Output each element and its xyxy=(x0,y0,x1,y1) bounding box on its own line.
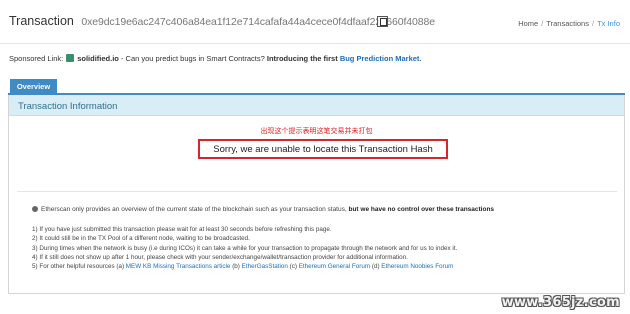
bug-prediction-market-link[interactable]: Bug Prediction Market. xyxy=(340,54,422,63)
breadcrumb-transactions[interactable]: Transactions xyxy=(546,19,589,28)
help-steps-list: 1) If you have just submitted this trans… xyxy=(32,226,457,272)
help-step-4: 4) If it still does not show up after 1 … xyxy=(32,253,408,261)
sponsored-link-bar: Sponsored Link: solidified.io - Can you p… xyxy=(9,54,422,63)
ethereum-general-forum-link[interactable]: Ethereum General Forum xyxy=(299,263,370,270)
help-step-5-c: (c) xyxy=(289,263,297,271)
page-title-text: Transaction xyxy=(9,14,74,28)
sponsored-text: - Can you predict bugs in Smart Contract… xyxy=(118,54,265,63)
help-step-2: 2) It could still be in the TX Pool of a… xyxy=(32,235,250,243)
annotation-note: 出现这个提示表明这笔交易并未打包 xyxy=(260,127,373,135)
help-step-5-d: (d) xyxy=(371,263,380,271)
breadcrumb-home[interactable]: Home xyxy=(518,19,538,28)
panel-heading: Transaction Information xyxy=(9,95,624,116)
sponsored-label: Sponsored Link: xyxy=(9,54,64,63)
copy-icon[interactable] xyxy=(377,16,388,27)
info-notice: Etherscan only provides an overview of t… xyxy=(32,206,494,213)
breadcrumb: Home / Transactions / Tx Info xyxy=(518,19,620,28)
error-highlight-box: Sorry, we are unable to locate this Tran… xyxy=(198,139,448,159)
breadcrumb-separator: / xyxy=(541,19,544,28)
breadcrumb-separator: / xyxy=(591,19,595,28)
info-circle-icon xyxy=(32,206,38,212)
help-step-1: 1) If you have just submitted this trans… xyxy=(32,226,332,233)
info-text: Etherscan only provides an overview of t… xyxy=(41,206,347,213)
help-step-5-b: (b) xyxy=(232,263,240,271)
site-watermark: www.365jz.com xyxy=(501,295,620,310)
help-step-5-prefix: 5) For other helpful resources (a) xyxy=(32,263,125,271)
sponsored-bold-text: Introducing the first xyxy=(266,54,338,63)
divider xyxy=(17,191,617,192)
solidified-logo-icon xyxy=(66,54,75,62)
help-step-5: 5) For other helpful resources (a) MEW K… xyxy=(32,263,457,272)
help-step-3: 3) During times when the network is busy… xyxy=(32,244,458,252)
page-header: Transaction 0xe9dc19e6ac247c406a84ea1f12… xyxy=(0,0,630,44)
transaction-info-panel: Transaction Information 出现这个提示表明这笔交易并未打包… xyxy=(8,95,625,294)
info-bold-text: but we have no control over these transa… xyxy=(348,206,495,213)
page-title: Transaction 0xe9dc19e6ac247c406a84ea1f12… xyxy=(9,14,435,28)
ethergasstation-link[interactable]: EtherGasStation xyxy=(242,263,288,270)
error-message: Sorry, we are unable to locate this Tran… xyxy=(213,144,433,155)
sponsor-brand-link[interactable]: solidified.io xyxy=(77,54,119,63)
breadcrumb-tx-info: Tx Info xyxy=(597,19,620,28)
ethereum-noobies-forum-link[interactable]: Ethereum Noobies Forum xyxy=(381,263,453,270)
panel-title: Transaction Information xyxy=(18,101,118,112)
mew-kb-link[interactable]: MEW KB Missing Transactions article xyxy=(126,263,231,270)
tab-overview[interactable]: Overview xyxy=(10,79,57,95)
tab-bar: Overview xyxy=(8,79,625,95)
